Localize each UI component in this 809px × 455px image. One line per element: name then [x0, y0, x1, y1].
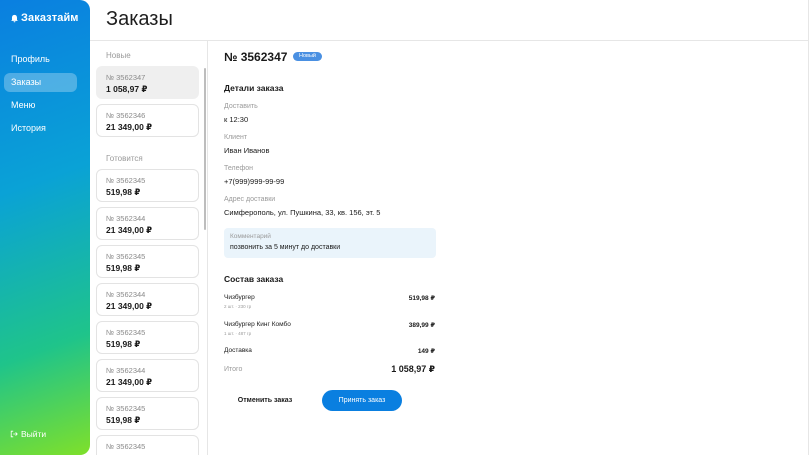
order-card[interactable]: № 3562345 519,98 ₽: [96, 169, 199, 202]
order-card[interactable]: № 3562347 1 058,97 ₽: [96, 66, 199, 99]
order-item-price: 519,98 ₽: [408, 295, 435, 302]
composition-heading: Состав заказа: [224, 274, 284, 284]
order-number: № 3562346: [106, 111, 146, 120]
order-price: 1 058,97 ₽: [106, 84, 148, 94]
order-item-price: 389,99 ₽: [408, 322, 435, 329]
sidebar-item-orders[interactable]: Заказы: [4, 73, 77, 92]
order-number: № 3562345: [106, 328, 146, 337]
order-number: № 3562347: [106, 73, 146, 82]
comment-value: позвонить за 5 минут до доставки: [230, 244, 341, 251]
details-heading: Детали заказа: [224, 83, 284, 93]
order-price: 519,98 ₽: [106, 415, 141, 425]
orders-list[interactable]: Новые № 3562347 1 058,97 ₽ № 3562346 21 …: [90, 41, 208, 455]
order-title: № 3562347: [224, 50, 288, 64]
delivery-cost-value: 149 ₽: [417, 348, 435, 355]
client-label: Клиент: [224, 134, 248, 141]
delivery-time-value: к 12:30: [224, 115, 249, 124]
address-label: Адрес доставки: [224, 196, 276, 203]
cancel-order-button[interactable]: Отменить заказ: [226, 390, 304, 411]
logo-text: Заказтайм: [21, 12, 79, 24]
delivery-time-label: Доставить: [224, 103, 258, 110]
phone-value: +7(999)999-99-99: [224, 177, 285, 186]
order-item-details: 1 шт. · 487 гр: [224, 331, 252, 336]
order-price: 21 349,00 ₽: [106, 301, 153, 311]
status-badge: Новый: [293, 52, 322, 61]
sidebar-nav: Профиль Заказы Меню История: [0, 50, 90, 142]
order-price: 21 349,00 ₽: [106, 122, 153, 132]
phone-label: Телефон: [224, 165, 254, 172]
order-price: 519,98 ₽: [106, 187, 141, 197]
address-value: Симферополь, ул. Пушкина, 33, кв. 156, э…: [224, 208, 381, 217]
order-price: 519,98 ₽: [106, 263, 141, 273]
client-value: Иван Иванов: [224, 146, 270, 155]
order-item-name: Чизбургер: [224, 294, 255, 301]
total-label: Итого: [224, 366, 243, 373]
logout-label: Выйти: [21, 429, 47, 439]
order-price: 21 349,00 ₽: [106, 225, 153, 235]
delivery-cost-label: Доставка: [224, 347, 252, 354]
sidebar-item-history[interactable]: История: [4, 119, 77, 138]
sidebar: Заказтайм Профиль Заказы Меню История Вы…: [0, 0, 90, 455]
order-card[interactable]: № 3562344 21 349,00 ₽: [96, 359, 199, 392]
order-number: № 3562345: [106, 252, 146, 261]
comment-box: Комментарий позвонить за 5 минут до дост…: [224, 228, 436, 258]
comment-label: Комментарий: [230, 233, 271, 240]
order-number: № 3562344: [106, 366, 146, 375]
order-card[interactable]: № 3562345: [96, 435, 199, 455]
section-title-cooking: Готовится: [106, 154, 143, 163]
sidebar-item-menu[interactable]: Меню: [4, 96, 77, 115]
orders-list-scrollbar[interactable]: [204, 68, 206, 230]
order-number: № 3562345: [106, 442, 146, 451]
logout-button[interactable]: Выйти: [10, 429, 46, 439]
order-item-details: 2 шт. · 230 гр: [224, 304, 252, 309]
order-card[interactable]: № 3562345 519,98 ₽: [96, 321, 199, 354]
order-card[interactable]: № 3562345 519,98 ₽: [96, 245, 199, 278]
bell-icon: [11, 14, 18, 22]
order-number: № 3562345: [106, 176, 146, 185]
accept-order-button[interactable]: Принять заказ: [322, 390, 402, 411]
order-number: № 3562345: [106, 404, 146, 413]
total-value: 1 058,97 ₽: [391, 364, 435, 374]
order-number: № 3562344: [106, 290, 146, 299]
order-price: 21 349,00 ₽: [106, 377, 153, 387]
section-title-new: Новые: [106, 51, 131, 60]
logout-icon: [10, 430, 18, 438]
order-card[interactable]: № 3562344 21 349,00 ₽: [96, 283, 199, 316]
app-logo[interactable]: Заказтайм: [10, 12, 79, 24]
order-card[interactable]: № 3562346 21 349,00 ₽: [96, 104, 199, 137]
order-price: 519,98 ₽: [106, 339, 141, 349]
order-item-name: Чизбургер Кинг Комбо: [224, 321, 291, 328]
order-card[interactable]: № 3562345 519,98 ₽: [96, 397, 199, 430]
page-title: Заказы: [106, 8, 173, 30]
sidebar-item-profile[interactable]: Профиль: [4, 50, 77, 69]
order-number: № 3562344: [106, 214, 146, 223]
order-card[interactable]: № 3562344 21 349,00 ₽: [96, 207, 199, 240]
